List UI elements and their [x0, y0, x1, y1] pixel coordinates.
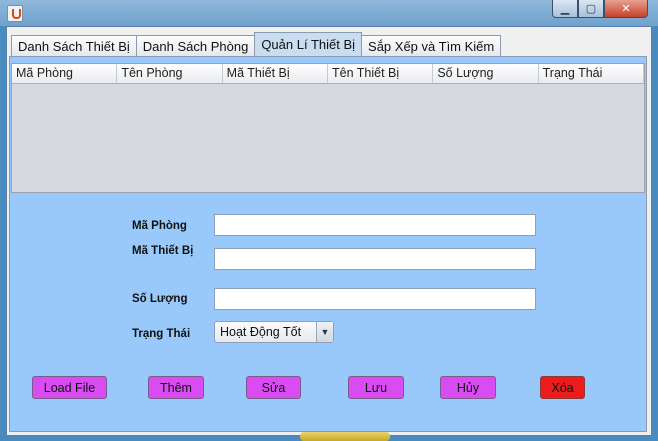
trang-thai-select[interactable]: Hoạt Động Tốt ▼ [214, 321, 334, 343]
ma-phong-field[interactable] [214, 214, 536, 236]
management-panel: Mã Phòng Tên Phòng Mã Thiết Bị Tên Thiết… [9, 56, 647, 432]
tab-sap-xep-tim-kiem[interactable]: Sắp Xếp và Tìm Kiếm [361, 35, 502, 56]
column-header[interactable]: Trạng Thái [539, 64, 644, 83]
trang-thai-selected: Hoạt Động Tốt [220, 325, 302, 339]
luu-button[interactable]: Lưu [348, 376, 404, 399]
ma-thiet-bi-field[interactable] [214, 248, 536, 270]
them-button[interactable]: Thêm [148, 376, 204, 399]
equipment-table[interactable]: Mã Phòng Tên Phòng Mã Thiết Bị Tên Thiết… [11, 63, 645, 193]
sua-button[interactable]: Sửa [246, 376, 301, 399]
tab-danh-sach-thiet-bi[interactable]: Danh Sách Thiết Bị [11, 35, 137, 56]
column-header[interactable]: Số Lượng [433, 64, 539, 83]
taskbar-glow [300, 432, 390, 441]
huy-button[interactable]: Hủy [440, 376, 496, 399]
xoa-button[interactable]: Xóa [540, 376, 585, 399]
java-app-icon [7, 5, 23, 22]
column-header[interactable]: Mã Thiết Bị [223, 64, 328, 83]
tab-strip: Danh Sách Thiết Bị Danh Sách Phòng Quản … [11, 32, 502, 56]
column-header[interactable]: Tên Phòng [117, 64, 223, 83]
ma-phong-label: Mã Phòng [132, 220, 187, 232]
so-luong-field[interactable] [214, 288, 536, 310]
so-luong-label: Số Lượng [132, 293, 188, 305]
main-frame: Danh Sách Thiết Bị Danh Sách Phòng Quản … [6, 26, 652, 436]
window-titlebar[interactable]: ▁ ▢ ✕ [0, 0, 658, 26]
window-controls: ▁ ▢ ✕ [552, 0, 648, 19]
trang-thai-label: Trạng Thái [132, 328, 191, 340]
load-file-button[interactable]: Load File [32, 376, 107, 399]
maximize-icon[interactable]: ▢ [578, 0, 604, 18]
minimize-icon[interactable]: ▁ [552, 0, 578, 18]
table-header: Mã Phòng Tên Phòng Mã Thiết Bị Tên Thiết… [12, 64, 644, 84]
column-header[interactable]: Tên Thiết Bị [328, 64, 434, 83]
tab-danh-sach-phong[interactable]: Danh Sách Phòng [135, 35, 256, 56]
tab-quan-li-thiet-bi[interactable]: Quản Lí Thiết Bị [254, 32, 363, 56]
column-header[interactable]: Mã Phòng [12, 64, 118, 83]
chevron-down-icon[interactable]: ▼ [316, 322, 333, 342]
ma-thiet-bi-label: Mã Thiết Bị [132, 245, 194, 257]
close-icon[interactable]: ✕ [604, 0, 648, 18]
